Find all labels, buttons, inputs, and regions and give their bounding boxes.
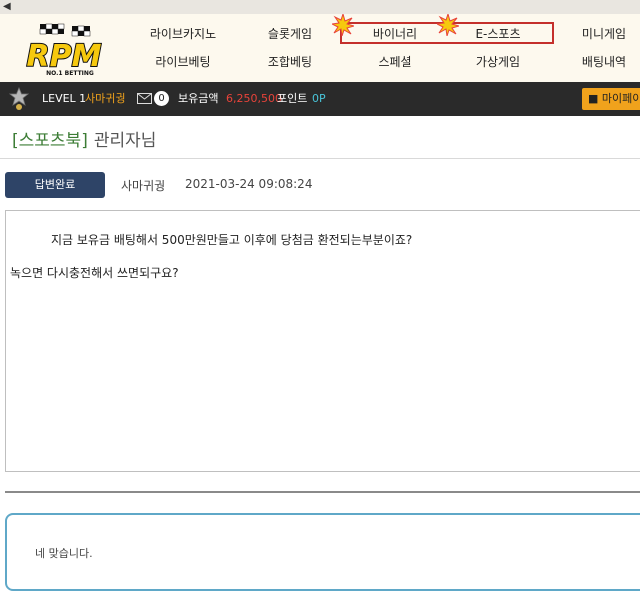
post-recipient: 관리자님 <box>93 131 157 151</box>
checkered-flag-icon <box>39 23 91 37</box>
post-datetime: 2021-03-24 09:08:24 <box>185 177 313 191</box>
mypage-label: 마이페이 <box>601 92 640 105</box>
title-divider <box>0 158 640 159</box>
post-body-line: 녹으면 다시충전해서 쓰면되구요? <box>10 266 179 280</box>
speaker-icon: ◀ <box>3 1 11 12</box>
admin-reply: 네 맞습니다. <box>5 513 640 591</box>
post-title: [스포츠북] 관리자님 <box>12 131 156 151</box>
user-icon: ■ <box>588 92 599 105</box>
nav-betting-history[interactable]: 배팅내역 <box>554 54 640 70</box>
nav-special[interactable]: 스페셜 <box>345 54 445 70</box>
username: 사마귀궝 <box>85 92 126 105</box>
reply-text: 네 맞습니다. <box>35 547 93 560</box>
points-label: 포인트 <box>277 92 308 105</box>
post-category: [스포츠북] <box>12 131 88 151</box>
nav-mini-game[interactable]: 미니게임 <box>554 26 640 42</box>
post-content: 지금 보유금 배팅해서 500만원만들고 이후에 당첨금 환전되는부분이죠? 녹… <box>5 210 640 472</box>
nav-combo-betting[interactable]: 조합베팅 <box>240 54 340 70</box>
balance-value: 6,250,500 <box>226 92 282 105</box>
rpm-logo[interactable]: RPM NO.1 BETTING <box>8 22 120 78</box>
logo-text: RPM <box>27 39 102 74</box>
user-level: LEVEL 1 <box>42 92 87 105</box>
section-divider <box>5 491 640 493</box>
post-body-line: 지금 보유금 배팅해서 500만원만들고 이후에 당첨금 환전되는부분이죠? <box>51 233 413 247</box>
message-count-badge[interactable]: 0 <box>154 91 169 106</box>
logo-tagline: NO.1 BETTING <box>46 70 94 77</box>
nav-binary[interactable]: 바이너리 <box>345 26 445 42</box>
envelope-icon[interactable] <box>137 93 152 104</box>
user-bar: LEVEL 1 사마귀궝 0 보유금액 6,250,500 포인트 0P ■ 마… <box>0 82 640 116</box>
nav-live-casino[interactable]: 라이브카지노 <box>133 26 233 42</box>
nav-esports[interactable]: E-스포츠 <box>448 26 548 42</box>
mypage-button[interactable]: ■ 마이페이 <box>582 88 640 110</box>
level-rank-icon <box>8 87 30 110</box>
nav-live-betting[interactable]: 라이브베팅 <box>133 54 233 70</box>
browser-strip: ◀ <box>0 0 640 14</box>
balance-label: 보유금액 <box>178 92 219 105</box>
post-author: 사마귀궝 <box>121 179 166 193</box>
status-badge: 답변완료 <box>5 172 105 198</box>
nav-virtual-game[interactable]: 가상게임 <box>448 54 548 70</box>
site-header: RPM NO.1 BETTING 라이브카지노 슬롯게임 바이너리 E-스포츠 … <box>0 14 640 82</box>
nav-slot-game[interactable]: 슬롯게임 <box>240 26 340 42</box>
points-value: 0P <box>312 92 326 105</box>
